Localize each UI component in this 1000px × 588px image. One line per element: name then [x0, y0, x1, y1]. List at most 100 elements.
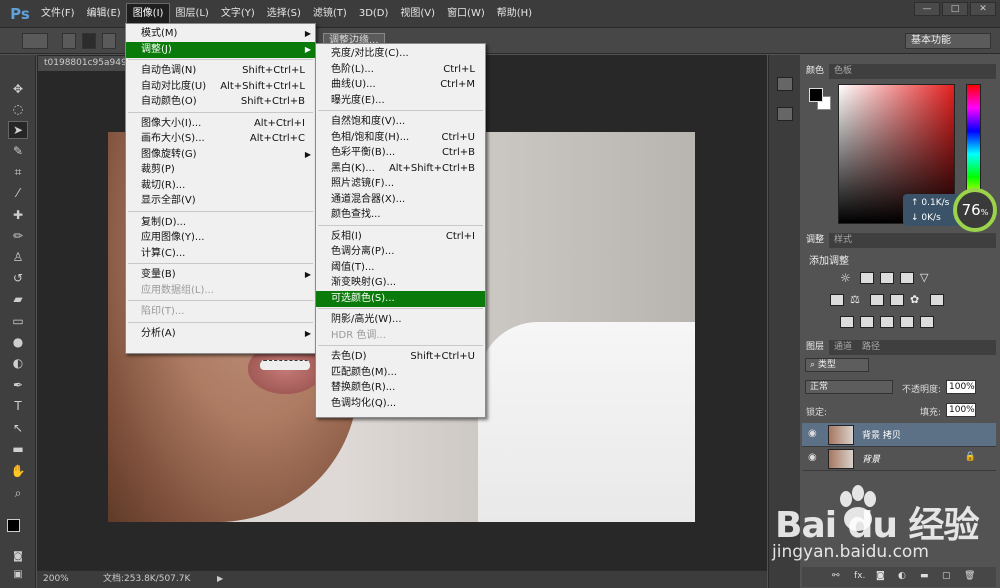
menu-1[interactable]: 编辑(E) — [81, 4, 127, 24]
adjust-menu-item[interactable]: 黑白(K)... Alt+Shift+Ctrl+B — [316, 161, 485, 177]
quick-mask-icon[interactable]: ◙ — [9, 549, 27, 565]
new-layer-icon[interactable]: ▢ — [942, 571, 951, 581]
image-menu-item[interactable]: 自动对比度(U) Alt+Shift+Ctrl+L — [126, 79, 315, 95]
mask-icon[interactable]: ◙ — [876, 571, 885, 581]
tab-styles[interactable]: 样式 — [829, 233, 857, 248]
adjust-menu-item[interactable]: 色调均化(Q)... — [316, 396, 485, 412]
tab-channels[interactable]: 通道 — [829, 340, 857, 355]
menu-3[interactable]: 图层(L) — [169, 4, 214, 24]
lasso-preset-picker[interactable] — [22, 33, 48, 49]
menu-4[interactable]: 文字(Y) — [215, 4, 261, 24]
adjust-menu-item[interactable]: 可选颜色(S)... — [316, 290, 485, 307]
path-select-tool-icon[interactable]: ↖ — [9, 420, 27, 436]
image-menu-item[interactable]: 分析(A) ▶ — [126, 326, 315, 342]
stamp-tool-icon[interactable]: ♙ — [9, 249, 27, 265]
adjust-menu-item[interactable]: 曝光度(E)... — [316, 93, 485, 109]
status-arrow-icon[interactable]: ▶ — [217, 571, 223, 587]
layer-row[interactable]: ◉ 背景 🔒 — [802, 447, 996, 471]
adjust-menu-item[interactable]: 阈值(T)... — [316, 260, 485, 276]
eraser-tool-icon[interactable]: ▰ — [9, 291, 27, 307]
color-balance-adjust-icon[interactable]: ⚖ — [850, 294, 864, 306]
image-menu-item[interactable]: 裁剪(P) — [126, 162, 315, 178]
tab-color[interactable]: 颜色 — [801, 64, 830, 79]
workspace-select[interactable]: 基本功能 — [905, 33, 991, 49]
photo-filter-adjust-icon[interactable] — [890, 294, 904, 306]
black-white-adjust-icon[interactable] — [870, 294, 884, 306]
adjust-menu-item[interactable]: 替换颜色(R)... — [316, 380, 485, 396]
exposure-adjust-icon[interactable] — [900, 272, 914, 284]
curves-adjust-icon[interactable] — [880, 272, 894, 284]
image-menu-item[interactable]: 自动色调(N) Shift+Ctrl+L — [126, 63, 315, 79]
link-layers-icon[interactable]: ⚯ — [832, 571, 840, 581]
image-menu-item[interactable]: 应用图像(Y)... — [126, 230, 315, 246]
pen-tool-icon[interactable]: ✒ — [9, 377, 27, 393]
crop-tool-icon[interactable]: ⌗ — [9, 164, 27, 180]
threshold-adjust-icon[interactable] — [880, 316, 894, 328]
blend-mode-select[interactable]: 正常 — [805, 380, 893, 394]
group-icon[interactable]: ▬ — [920, 571, 929, 581]
history-brush-icon[interactable]: ↺ — [9, 270, 27, 286]
hue-saturation-adjust-icon[interactable] — [830, 294, 844, 306]
menu-2[interactable]: 图像(I) — [125, 2, 171, 25]
gradient-tool-icon[interactable]: ▭ — [9, 313, 27, 329]
screen-mode-icon[interactable]: ▣ — [9, 567, 27, 583]
marquee-tool-icon[interactable]: ◌ — [9, 101, 27, 117]
shape-tool-icon[interactable]: ▬ — [9, 441, 27, 457]
menu-6[interactable]: 滤镜(T) — [307, 4, 353, 24]
posterize-adjust-icon[interactable] — [860, 316, 874, 328]
fx-icon[interactable]: fx. — [854, 571, 865, 581]
adjust-menu-item[interactable]: 阴影/高光(W)... — [316, 312, 485, 328]
image-menu-item[interactable]: 变量(B) ▶ — [126, 267, 315, 283]
adjust-menu-item[interactable]: 照片滤镜(F)... — [316, 176, 485, 192]
adjust-menu-item[interactable]: 匹配颜色(M)... — [316, 365, 485, 381]
hand-tool-icon[interactable]: ✋ — [9, 463, 27, 479]
subtract-selection-icon[interactable] — [102, 33, 116, 49]
brush-tool-icon[interactable]: ✏ — [9, 228, 27, 244]
layer-filter-select[interactable]: ⌕ 类型 — [805, 358, 869, 372]
tab-adjustments[interactable]: 调整 — [801, 233, 830, 248]
menu-5[interactable]: 选择(S) — [261, 4, 307, 24]
visibility-eye-icon[interactable]: ◉ — [808, 429, 820, 439]
layer-row[interactable]: ◉ 背景 拷贝 — [802, 423, 996, 447]
trash-icon[interactable]: 🗑 — [964, 571, 975, 581]
zoom-tool-icon[interactable]: ⌕ — [9, 485, 27, 501]
tab-layers[interactable]: 图层 — [801, 340, 830, 355]
foreground-color-swatch[interactable] — [7, 519, 20, 532]
move-tool-icon[interactable]: ✥ — [9, 81, 27, 97]
panel-fg-swatch[interactable] — [809, 88, 823, 102]
adjust-menu-item[interactable]: 色阶(L)... Ctrl+L — [316, 62, 485, 78]
image-menu-item[interactable]: 画布大小(S)... Alt+Ctrl+C — [126, 131, 315, 147]
adjust-menu-item[interactable]: 反相(I) Ctrl+I — [316, 229, 485, 245]
adjust-menu-item[interactable]: 通道混合器(X)... — [316, 192, 485, 208]
image-menu-item[interactable]: 计算(C)... — [126, 246, 315, 262]
channel-mixer-adjust-icon[interactable]: ✿ — [910, 294, 924, 306]
adjust-menu-item[interactable]: 曲线(U)... Ctrl+M — [316, 77, 485, 93]
visibility-eye-icon[interactable]: ◉ — [808, 453, 820, 463]
invert-adjust-icon[interactable] — [840, 316, 854, 328]
selective-color-adjust-icon[interactable] — [920, 316, 934, 328]
document-tab[interactable]: t0198801c95a949 — [38, 56, 134, 71]
adjust-menu-item[interactable]: 自然饱和度(V)... — [316, 114, 485, 130]
quick-select-tool-icon[interactable]: ✎ — [9, 143, 27, 159]
image-menu-item[interactable]: 图像大小(I)... Alt+Ctrl+I — [126, 116, 315, 132]
tab-swatches[interactable]: 色板 — [829, 64, 857, 79]
adjust-menu-item[interactable]: 色彩平衡(B)... Ctrl+B — [316, 145, 485, 161]
adjust-menu-item[interactable]: 渐变映射(G)... — [316, 275, 485, 291]
adjust-menu-item[interactable]: 色调分离(P)... — [316, 244, 485, 260]
menu-9[interactable]: 窗口(W) — [441, 4, 491, 24]
zoom-level[interactable]: 200% — [43, 571, 69, 587]
history-panel-icon[interactable] — [777, 77, 793, 91]
fill-input[interactable]: 100% — [946, 403, 976, 417]
maximize-button[interactable]: □ — [942, 2, 968, 16]
image-menu-item[interactable]: 显示全部(V) — [126, 193, 315, 209]
brightness-adjust-icon[interactable]: ☼ — [840, 272, 854, 284]
levels-adjust-icon[interactable] — [860, 272, 874, 284]
gradient-map-adjust-icon[interactable] — [900, 316, 914, 328]
vibrance-adjust-icon[interactable]: ▽ — [920, 272, 934, 284]
image-menu-item[interactable]: 自动颜色(O) Shift+Ctrl+B — [126, 94, 315, 110]
image-menu-item[interactable]: 复制(D)... — [126, 215, 315, 231]
opacity-input[interactable]: 100% — [946, 380, 976, 394]
adjust-menu-item[interactable]: 亮度/对比度(C)... — [316, 46, 485, 62]
minimize-button[interactable]: — — [914, 2, 940, 16]
dodge-tool-icon[interactable]: ◐ — [9, 355, 27, 371]
